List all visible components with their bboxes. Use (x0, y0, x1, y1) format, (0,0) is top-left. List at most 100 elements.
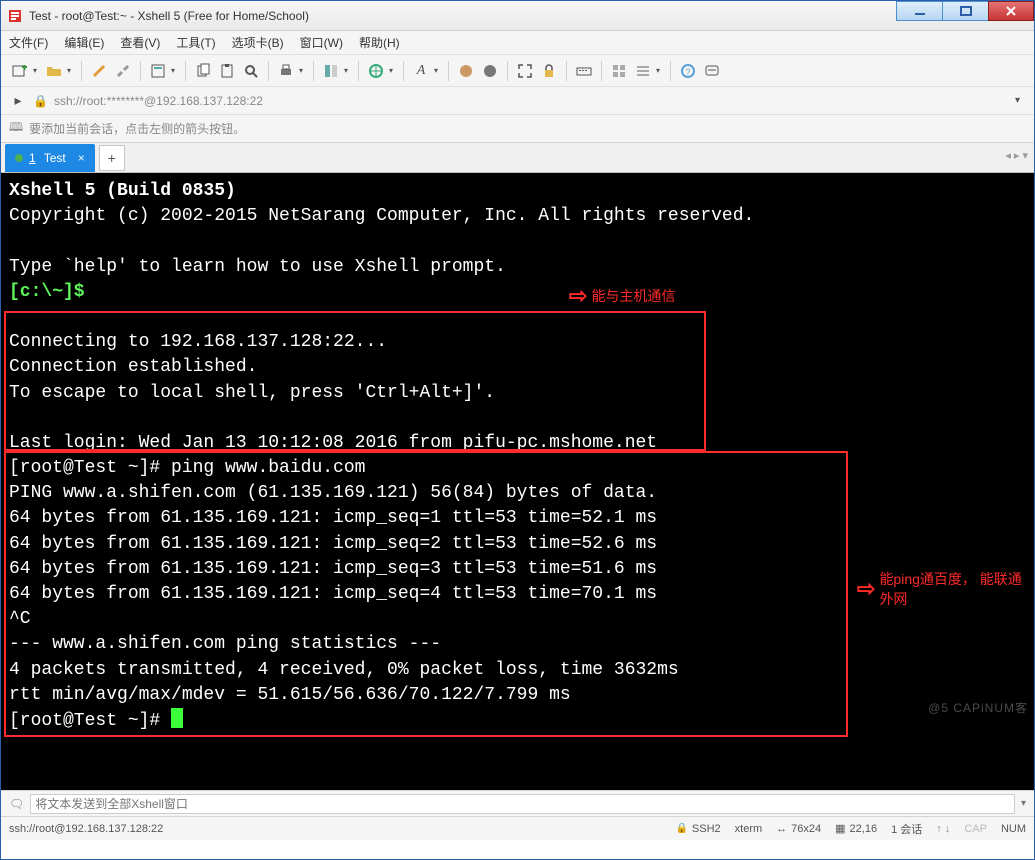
app-icon (7, 8, 23, 24)
connect-icon[interactable] (88, 60, 110, 82)
addressbar: ▸ 🔒 ssh://root:********@192.168.137.128:… (1, 87, 1034, 115)
maximize-button[interactable] (942, 1, 988, 21)
compose-icon[interactable]: 🗨 (9, 797, 24, 811)
status-pos-text: 22,16 (850, 823, 878, 835)
term-prompt: [c:\~]$ (9, 282, 95, 302)
close-button[interactable] (988, 1, 1034, 21)
term-line: --- www.a.shifen.com ping statistics --- (9, 634, 441, 654)
dropdown-icon[interactable]: ▾ (169, 66, 177, 75)
term-line: Connecting to 192.168.137.128:22... (9, 332, 387, 352)
term-line: Type `help' to learn how to use Xshell p… (9, 257, 506, 277)
status-updown-icon: ↑ ↓ (936, 823, 950, 835)
status-pos: ▦22,16 (835, 822, 877, 835)
tab-add-button[interactable]: + (99, 145, 125, 171)
address-text[interactable]: ssh://root:********@192.168.137.128:22 (54, 94, 1003, 108)
annotation-2-text-1: 能ping通百度， (879, 571, 975, 587)
status-size-text: 76x24 (791, 823, 821, 835)
menubar: 文件(F) 编辑(E) 查看(V) 工具(T) 选项卡(B) 窗口(W) 帮助(… (1, 31, 1034, 55)
term-line: [root@Test ~]# (9, 711, 171, 731)
paste-icon[interactable] (216, 60, 238, 82)
separator (507, 61, 508, 81)
menu-help[interactable]: 帮助(H) (359, 34, 400, 51)
term-line: 64 bytes from 61.135.169.121: icmp_seq=1… (9, 508, 657, 528)
dropdown-icon[interactable]: ▾ (342, 66, 350, 75)
tab-nav[interactable]: ◂ ▸ ▾ (1005, 149, 1028, 162)
dropdown-icon[interactable]: ▾ (31, 66, 39, 75)
address-dropdown-icon[interactable]: ▾ (1009, 95, 1026, 106)
status-sessions: 1 会话 (891, 821, 922, 837)
new-session-icon[interactable] (9, 60, 31, 82)
find-icon[interactable] (240, 60, 262, 82)
dropdown-icon[interactable]: ▾ (654, 66, 662, 75)
print-icon[interactable] (275, 60, 297, 82)
xftp-icon[interactable] (365, 60, 387, 82)
lock-icon: 🔒 (33, 94, 48, 108)
send-dropdown-icon[interactable]: ▾ (1021, 798, 1026, 809)
terminal[interactable]: Xshell 5 (Build 0835) Copyright (c) 2002… (1, 173, 1034, 790)
tile-icon[interactable] (608, 60, 630, 82)
dropdown-icon[interactable]: ▾ (65, 66, 73, 75)
tab-test[interactable]: 1 Test × (5, 144, 95, 172)
toolbar: ▾ ▾ ▾ ▾ ▾ ▾ A ▾ ▾ ? (1, 55, 1034, 87)
term-line: Xshell 5 (Build 0835) (9, 181, 236, 201)
layout-icon[interactable] (320, 60, 342, 82)
bookmark-icon[interactable]: 🕮 (9, 118, 23, 139)
compose-icon[interactable] (701, 60, 723, 82)
separator (313, 61, 314, 81)
cursor-icon (171, 708, 183, 728)
term-line: 64 bytes from 61.135.169.121: icmp_seq=2… (9, 534, 657, 554)
status-ssh-text: SSH2 (692, 823, 721, 835)
open-icon[interactable] (43, 60, 65, 82)
tab-number: 1 (29, 151, 36, 165)
separator (81, 61, 82, 81)
new-tab-button[interactable]: ▸ (9, 90, 27, 112)
hintbar: 🕮 要添加当前会话，点击左侧的箭头按钮。 (1, 115, 1034, 143)
separator (140, 61, 141, 81)
help-icon[interactable]: ? (677, 60, 699, 82)
status-ssh: 🔒SSH2 (675, 823, 720, 835)
menu-tab[interactable]: 选项卡(B) (232, 34, 284, 51)
font-icon[interactable]: A (410, 60, 432, 82)
watermark: @5 CAPiNUM客 (928, 699, 1028, 716)
titlebar: Test - root@Test:~ - Xshell 5 (Free for … (1, 1, 1034, 31)
annotation-1-text: 能与主机通信 (591, 286, 675, 306)
send-input[interactable] (30, 794, 1015, 814)
status-num: NUM (1001, 823, 1026, 835)
fullscreen-icon[interactable] (514, 60, 536, 82)
minimize-button[interactable] (896, 1, 942, 21)
menu-view[interactable]: 查看(V) (120, 34, 160, 51)
hint-text: 要添加当前会话，点击左侧的箭头按钮。 (29, 120, 245, 137)
highlight-icon[interactable] (479, 60, 501, 82)
term-line: PING www.a.shifen.com (61.135.169.121) 5… (9, 483, 657, 503)
term-line: 64 bytes from 61.135.169.121: icmp_seq=3… (9, 559, 657, 579)
separator (670, 61, 671, 81)
list-icon[interactable] (632, 60, 654, 82)
dropdown-icon[interactable]: ▾ (297, 66, 305, 75)
menu-file[interactable]: 文件(F) (9, 34, 48, 51)
menu-window[interactable]: 窗口(W) (300, 34, 343, 51)
lock-icon[interactable] (538, 60, 560, 82)
resize-icon: ↔ (776, 823, 787, 835)
window-title: Test - root@Test:~ - Xshell 5 (Free for … (29, 9, 309, 23)
keyboard-icon[interactable] (573, 60, 595, 82)
separator (403, 61, 404, 81)
term-line: 64 bytes from 61.135.169.121: icmp_seq=4… (9, 584, 657, 604)
menu-tools[interactable]: 工具(T) (176, 34, 215, 51)
properties-icon[interactable] (147, 60, 169, 82)
copy-icon[interactable] (192, 60, 214, 82)
separator (448, 61, 449, 81)
separator (566, 61, 567, 81)
arrow-icon: ⇨ (857, 578, 875, 600)
term-line: rtt min/avg/max/mdev = 51.615/56.636/70.… (9, 685, 571, 705)
status-connection: ssh://root@192.168.137.128:22 (9, 823, 163, 835)
disconnect-icon[interactable] (112, 60, 134, 82)
color-scheme-icon[interactable] (455, 60, 477, 82)
term-line: 4 packets transmitted, 4 received, 0% pa… (9, 660, 679, 680)
sendbar: 🗨 ▾ (1, 790, 1034, 816)
dropdown-icon[interactable]: ▾ (432, 66, 440, 75)
menu-edit[interactable]: 编辑(E) (64, 34, 104, 51)
tab-label: Test (44, 151, 66, 165)
statusbar: ssh://root@192.168.137.128:22 🔒SSH2 xter… (1, 816, 1034, 840)
tab-close-icon[interactable]: × (78, 151, 85, 165)
dropdown-icon[interactable]: ▾ (387, 66, 395, 75)
